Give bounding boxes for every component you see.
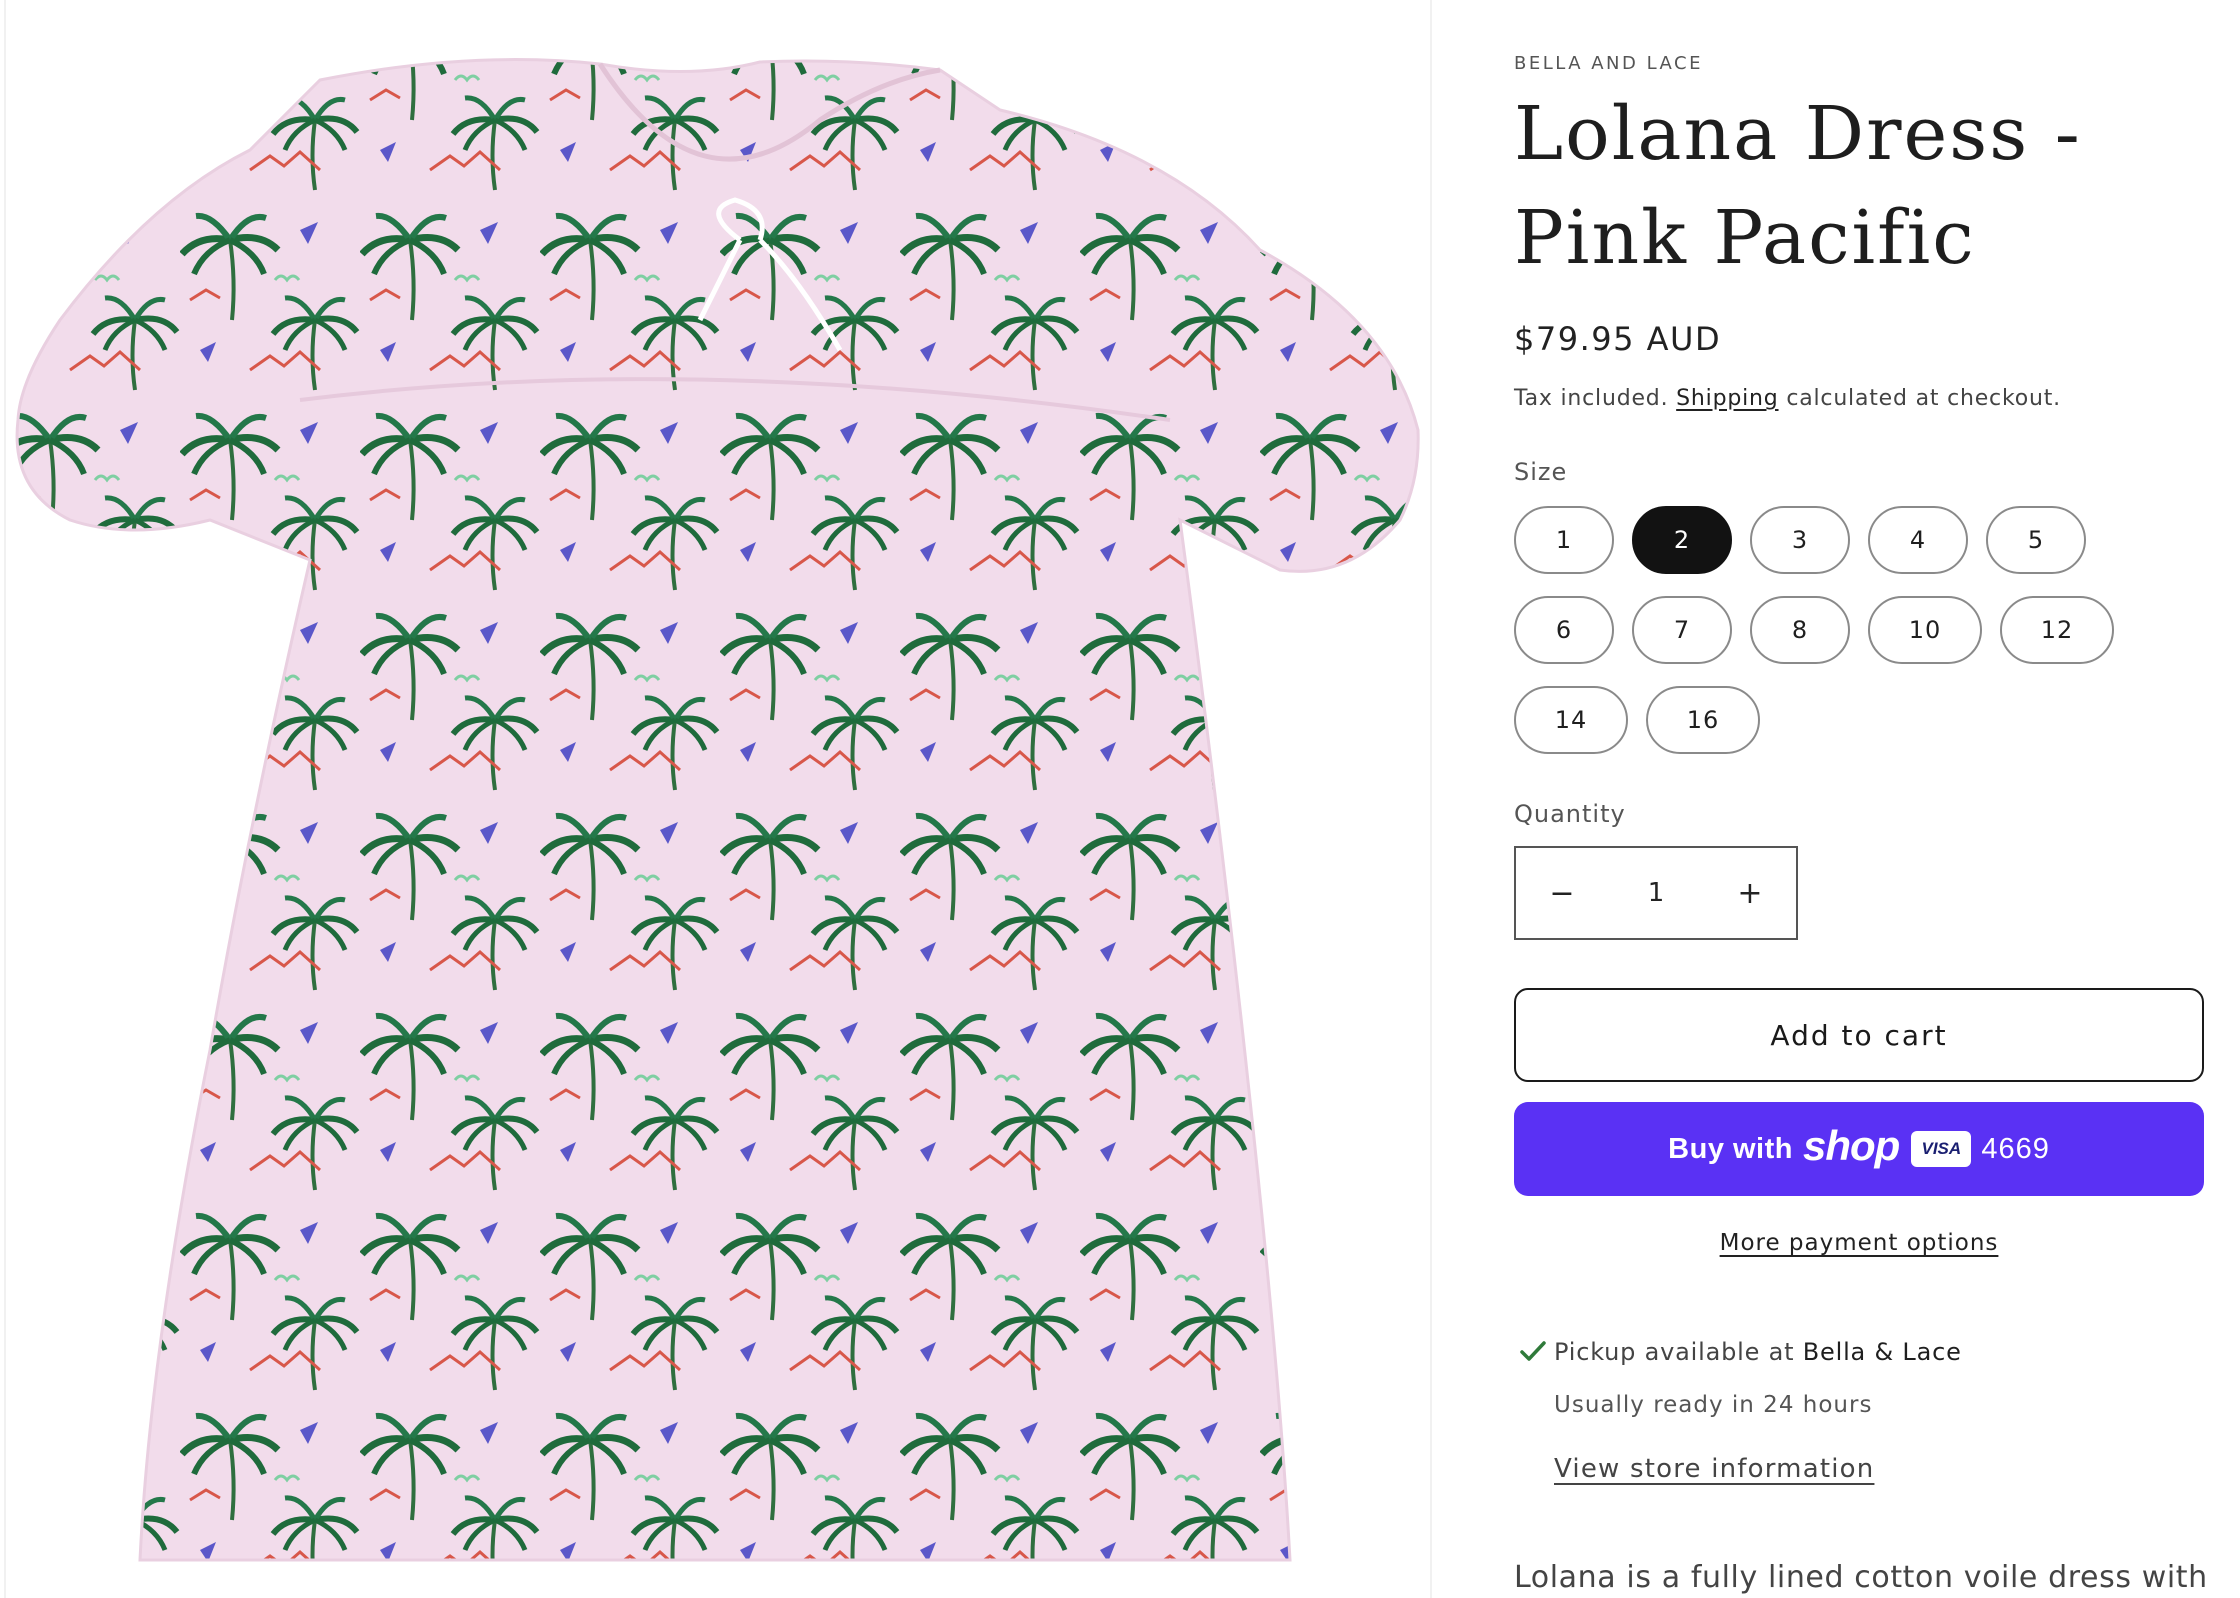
more-payment-options-link[interactable]: More payment options bbox=[1514, 1230, 2204, 1256]
quantity-stepper: − + bbox=[1514, 846, 1798, 940]
pickup-store-name: Bella & Lace bbox=[1802, 1338, 1962, 1366]
size-option-14[interactable]: 14 bbox=[1514, 686, 1628, 754]
size-option-8[interactable]: 8 bbox=[1750, 596, 1850, 664]
tax-suffix-text: calculated at checkout. bbox=[1786, 386, 2061, 411]
product-gallery bbox=[0, 0, 1432, 1598]
size-option-6[interactable]: 6 bbox=[1514, 596, 1614, 664]
view-store-information-link[interactable]: View store information bbox=[1554, 1454, 1874, 1484]
size-option-1[interactable]: 1 bbox=[1514, 506, 1614, 574]
pickup-available-text: Pickup available at bbox=[1554, 1338, 1795, 1366]
card-last-digits: 4669 bbox=[1981, 1132, 2050, 1165]
size-option-16[interactable]: 16 bbox=[1646, 686, 1760, 754]
visa-card-icon: VISA bbox=[1911, 1131, 1972, 1167]
size-option-4[interactable]: 4 bbox=[1868, 506, 1968, 574]
size-option-3[interactable]: 3 bbox=[1750, 506, 1850, 574]
product-description: Lolana is a fully lined cotton voile dre… bbox=[1514, 1560, 2208, 1595]
size-option-12[interactable]: 12 bbox=[2000, 596, 2114, 664]
tax-included-text: Tax included. bbox=[1514, 386, 1669, 411]
vendor-name[interactable]: BELLA AND LACE bbox=[1514, 53, 1703, 74]
size-option-5[interactable]: 5 bbox=[1986, 506, 2086, 574]
shipping-link[interactable]: Shipping bbox=[1676, 386, 1778, 411]
product-title: Lolana Dress - Pink Pacific bbox=[1514, 91, 2082, 281]
pickup-ready-time: Usually ready in 24 hours bbox=[1554, 1392, 1873, 1418]
quantity-increase-button[interactable]: + bbox=[1704, 848, 1796, 938]
size-label: Size bbox=[1514, 458, 1568, 486]
quantity-decrease-button[interactable]: − bbox=[1516, 848, 1608, 938]
shop-pay-logo: shop bbox=[1803, 1122, 1900, 1169]
size-option-10[interactable]: 10 bbox=[1868, 596, 1982, 664]
product-image[interactable] bbox=[0, 0, 1432, 1598]
add-to-cart-button[interactable]: Add to cart bbox=[1514, 988, 2204, 1082]
size-option-7[interactable]: 7 bbox=[1632, 596, 1732, 664]
shop-pay-button[interactable]: Buy with shop VISA 4669 bbox=[1514, 1102, 2204, 1196]
more-payment-options-text: More payment options bbox=[1719, 1230, 1999, 1256]
tax-note: Tax included. Shipping calculated at che… bbox=[1514, 386, 2061, 411]
shop-pay-prefix: Buy with bbox=[1668, 1132, 1793, 1165]
pickup-availability: Pickup available at Bella & Lace bbox=[1554, 1338, 1962, 1366]
quantity-label: Quantity bbox=[1514, 800, 1626, 828]
product-price: $79.95 AUD bbox=[1514, 320, 1722, 358]
size-option-2[interactable]: 2 bbox=[1632, 506, 1732, 574]
quantity-input[interactable] bbox=[1608, 848, 1704, 938]
checkmark-icon bbox=[1520, 1341, 1546, 1361]
